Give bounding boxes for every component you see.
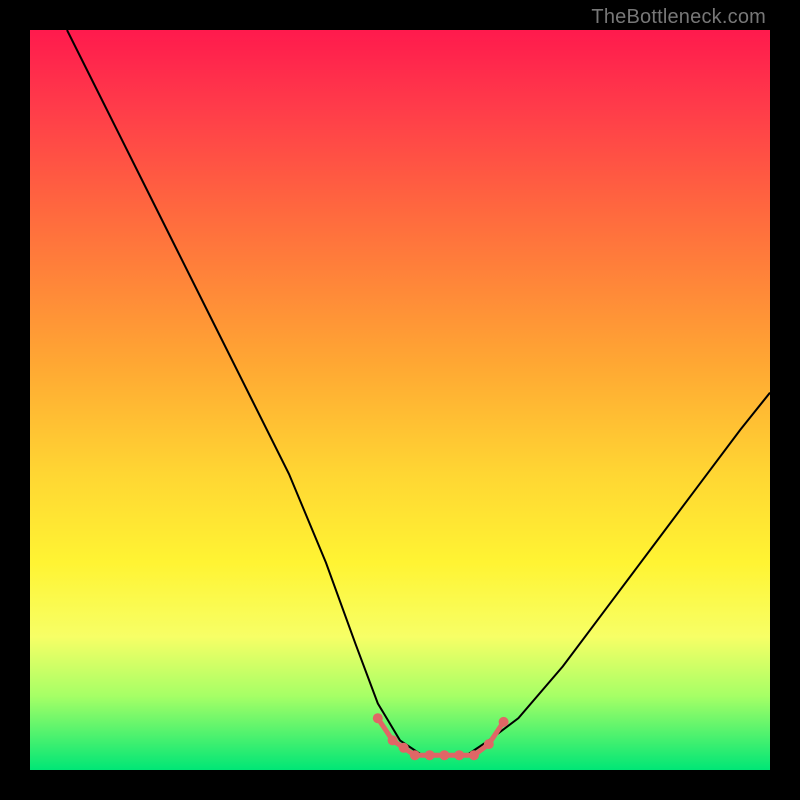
highlight-dot xyxy=(373,713,383,723)
highlight-dot xyxy=(499,717,509,727)
highlight-dot xyxy=(399,743,409,753)
bottleneck-curve xyxy=(67,30,770,755)
plot-area xyxy=(30,30,770,770)
chart-frame: TheBottleneck.com xyxy=(0,0,800,800)
watermark-text: TheBottleneck.com xyxy=(591,6,766,29)
highlight-dot xyxy=(388,735,398,745)
highlight-dot xyxy=(410,750,420,760)
highlight-dot xyxy=(469,750,479,760)
highlight-dot xyxy=(454,750,464,760)
highlight-dot xyxy=(484,739,494,749)
chart-svg xyxy=(30,30,770,770)
highlight-dot xyxy=(425,750,435,760)
highlight-dots xyxy=(373,713,509,760)
highlight-dot xyxy=(439,750,449,760)
